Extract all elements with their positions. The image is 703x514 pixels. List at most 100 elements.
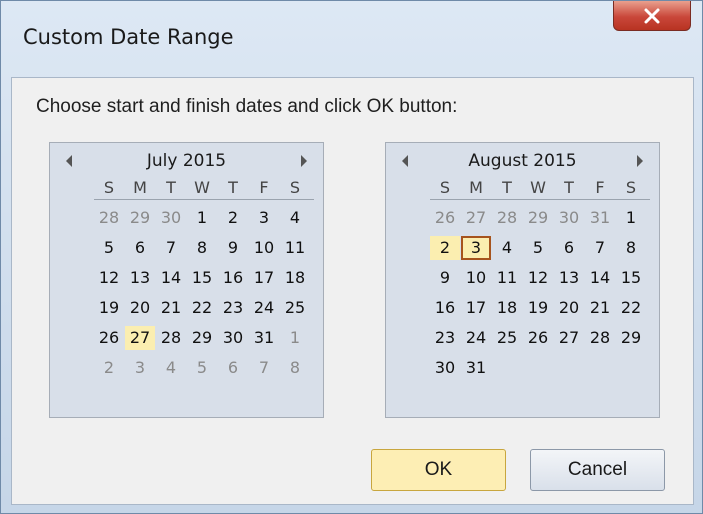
day-cell[interactable]: 7	[156, 236, 186, 260]
day-cell[interactable]: 6	[554, 236, 584, 260]
day-cell[interactable]: 26	[523, 326, 553, 350]
day-cell[interactable]: 6	[125, 236, 155, 260]
title-bar[interactable]: Custom Date Range	[1, 1, 702, 77]
day-cell[interactable]: 1	[280, 326, 310, 350]
day-cell[interactable]: 23	[218, 296, 248, 320]
day-cell[interactable]: 19	[523, 296, 553, 320]
day-cell[interactable]: 29	[187, 326, 217, 350]
day-cell[interactable]: 10	[461, 266, 491, 290]
day-cell[interactable]: 23	[430, 326, 460, 350]
day-cell[interactable]: 16	[430, 296, 460, 320]
ok-button[interactable]: OK	[371, 449, 506, 491]
day-cell[interactable]: 10	[249, 236, 279, 260]
day-cell-selected[interactable]: 27	[125, 326, 155, 350]
day-cell[interactable]: 8	[616, 236, 646, 260]
calendar-header: August 2015	[386, 151, 659, 173]
day-cell[interactable]: 14	[585, 266, 615, 290]
weekday-label: F	[595, 178, 605, 197]
day-cell[interactable]: 2	[218, 206, 248, 230]
day-cell[interactable]: 18	[492, 296, 522, 320]
instruction-text: Choose start and finish dates and click …	[36, 96, 458, 117]
dialog-body: Choose start and finish dates and click …	[11, 77, 694, 505]
day-cell[interactable]: 30	[156, 206, 186, 230]
day-cell[interactable]: 15	[616, 266, 646, 290]
day-cell[interactable]: 27	[461, 206, 491, 230]
day-cell[interactable]: 1	[187, 206, 217, 230]
day-cell[interactable]: 3	[125, 356, 155, 380]
calendar-finish: August 2015 SMTWTFS 26 27 28 29 30 31 1 2 3 4 5 6 7 8…	[385, 142, 660, 418]
weekday-label: F	[259, 178, 269, 197]
day-cell[interactable]: 25	[492, 326, 522, 350]
weekday-label: S	[625, 178, 637, 197]
day-cell[interactable]: 31	[461, 356, 491, 380]
day-cell[interactable]: 24	[249, 296, 279, 320]
weekday-label: S	[103, 178, 115, 197]
day-cell-today[interactable]: 3	[461, 236, 491, 260]
day-cell[interactable]: 11	[492, 266, 522, 290]
day-cell[interactable]: 28	[156, 326, 186, 350]
day-cell[interactable]: 3	[249, 206, 279, 230]
calendar-header: July 2015	[50, 151, 323, 173]
day-cell[interactable]: 7	[249, 356, 279, 380]
day-cell[interactable]: 1	[616, 206, 646, 230]
day-cell[interactable]: 17	[249, 266, 279, 290]
day-cell[interactable]: 21	[585, 296, 615, 320]
day-cell-selected[interactable]: 2	[430, 236, 460, 260]
day-cell[interactable]: 16	[218, 266, 248, 290]
day-cell[interactable]: 25	[280, 296, 310, 320]
day-cell[interactable]: 24	[461, 326, 491, 350]
day-cell[interactable]: 17	[461, 296, 491, 320]
day-cell[interactable]: 28	[585, 326, 615, 350]
day-cell[interactable]: 28	[94, 206, 124, 230]
day-cell[interactable]: 8	[187, 236, 217, 260]
day-cell[interactable]: 13	[554, 266, 584, 290]
day-cell[interactable]: 7	[585, 236, 615, 260]
day-cell[interactable]: 6	[218, 356, 248, 380]
day-cell[interactable]: 13	[125, 266, 155, 290]
day-cell[interactable]: 22	[616, 296, 646, 320]
day-cell[interactable]: 26	[430, 206, 460, 230]
day-cell[interactable]: 29	[523, 206, 553, 230]
next-month-arrow-icon[interactable]	[637, 155, 643, 167]
day-cell[interactable]: 12	[94, 266, 124, 290]
day-cell[interactable]: 26	[94, 326, 124, 350]
day-cell[interactable]: 4	[280, 206, 310, 230]
day-cell[interactable]: 2	[94, 356, 124, 380]
month-label: July 2015	[146, 151, 227, 171]
day-cell[interactable]: 4	[492, 236, 522, 260]
day-cell[interactable]: 18	[280, 266, 310, 290]
day-cell[interactable]: 12	[523, 266, 553, 290]
next-month-arrow-icon[interactable]	[301, 155, 307, 167]
calendar-start: July 2015 SMTWTFS 28 29 30 1 2 3 4 5 6 7 8 9 10 11 12 1…	[49, 142, 324, 418]
month-label: August 2015	[468, 151, 577, 171]
day-cell[interactable]: 8	[280, 356, 310, 380]
day-cell[interactable]: 27	[554, 326, 584, 350]
day-cell[interactable]: 9	[430, 266, 460, 290]
day-cell[interactable]: 15	[187, 266, 217, 290]
day-cell[interactable]: 29	[616, 326, 646, 350]
day-cell[interactable]: 5	[523, 236, 553, 260]
cancel-button[interactable]: Cancel	[530, 449, 665, 491]
day-cell[interactable]: 28	[492, 206, 522, 230]
day-cell[interactable]: 19	[94, 296, 124, 320]
day-cell[interactable]: 29	[125, 206, 155, 230]
day-cell[interactable]: 5	[187, 356, 217, 380]
day-cell[interactable]: 9	[218, 236, 248, 260]
day-cell[interactable]: 20	[125, 296, 155, 320]
day-cell[interactable]: 5	[94, 236, 124, 260]
weekday-header: SMTWTFS	[94, 177, 314, 200]
day-cell[interactable]: 30	[218, 326, 248, 350]
day-cell[interactable]: 30	[554, 206, 584, 230]
day-cell[interactable]: 31	[249, 326, 279, 350]
day-cell[interactable]: 30	[430, 356, 460, 380]
day-cell[interactable]: 31	[585, 206, 615, 230]
close-icon	[644, 8, 660, 23]
day-cell[interactable]: 20	[554, 296, 584, 320]
close-button[interactable]	[613, 1, 691, 31]
day-cell[interactable]: 14	[156, 266, 186, 290]
day-cell[interactable]: 22	[187, 296, 217, 320]
day-cell[interactable]: 4	[156, 356, 186, 380]
weekday-label: S	[439, 178, 451, 197]
day-cell[interactable]: 21	[156, 296, 186, 320]
day-cell[interactable]: 11	[280, 236, 310, 260]
